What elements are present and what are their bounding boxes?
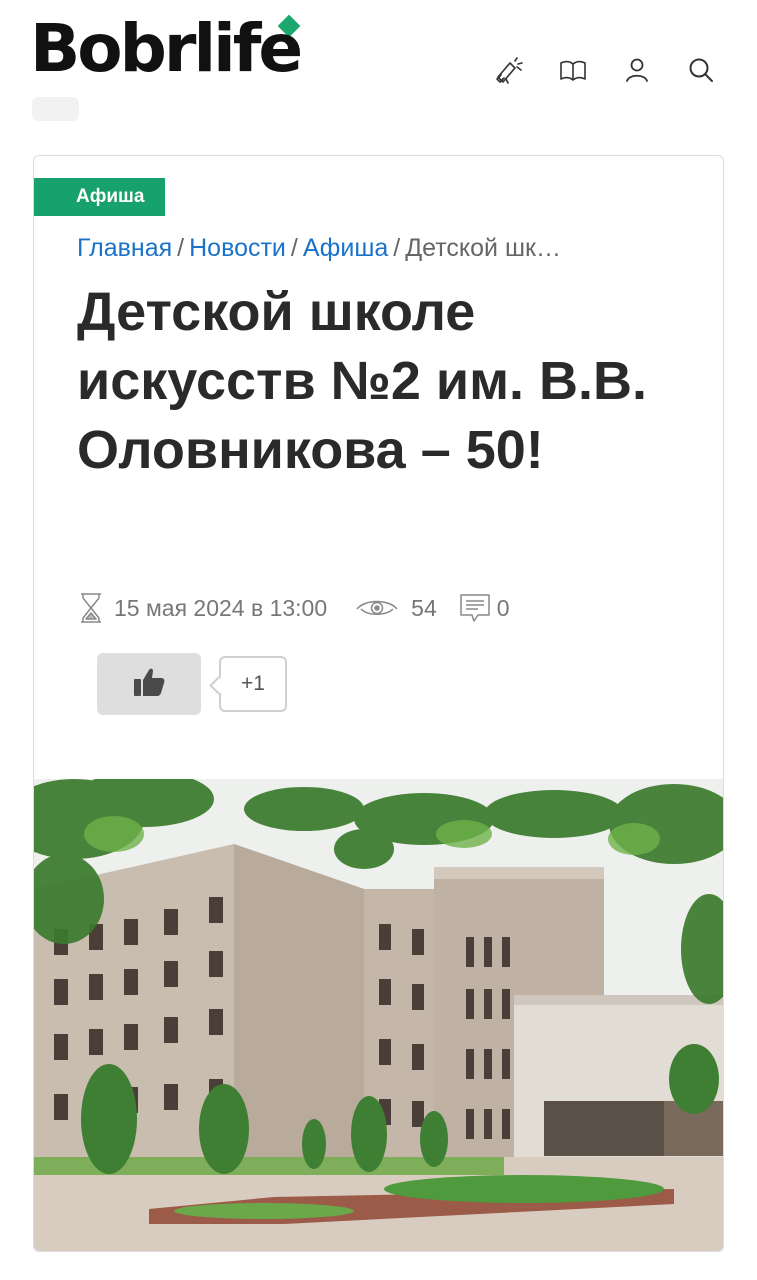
breadcrumb-separator: / [393, 234, 401, 262]
category-tag[interactable]: Афиша [34, 178, 165, 216]
breadcrumb-separator: / [290, 234, 298, 262]
publish-date: 15 мая 2024 в 13:00 [114, 594, 328, 621]
breadcrumb-home[interactable]: Главная [77, 234, 172, 262]
article-title: Детской школе искусств №2 им. В.В. Оловн… [77, 282, 648, 480]
breadcrumb-current: Детской шк… [405, 234, 561, 262]
breadcrumb-news[interactable]: Новости [189, 234, 286, 262]
comment-icon[interactable] [459, 592, 491, 624]
user-icon[interactable] [619, 52, 655, 88]
article-card: Афиша Главная / Новости / Афиша / Детской шк… … [33, 155, 724, 1252]
article-meta: 15 мая 2024 в 13:00 54 0 [78, 592, 510, 624]
announcement-icon[interactable] [491, 52, 527, 88]
breadcrumb-separator: / [177, 234, 185, 262]
site-logo[interactable]: Bobrlife [30, 16, 303, 82]
site-header: Bobrlife [0, 0, 757, 145]
hourglass-icon [78, 592, 104, 624]
breadcrumb-afisha[interactable]: Афиша [303, 234, 388, 262]
like-button[interactable] [97, 653, 201, 715]
breadcrumb: Главная / Новости / Афиша / Детской шк… [77, 234, 677, 263]
like-count: +1 [219, 656, 287, 712]
logo-subtitle-placeholder [32, 97, 79, 121]
search-icon[interactable] [683, 52, 719, 88]
header-actions [491, 52, 719, 88]
comments-count[interactable]: 0 [497, 595, 510, 622]
article-photo [34, 779, 723, 1251]
eye-icon [355, 597, 399, 619]
like-widget: +1 [97, 653, 287, 715]
views-count: 54 [411, 594, 437, 621]
book-icon[interactable] [555, 52, 591, 88]
thumbs-up-icon [132, 666, 166, 703]
